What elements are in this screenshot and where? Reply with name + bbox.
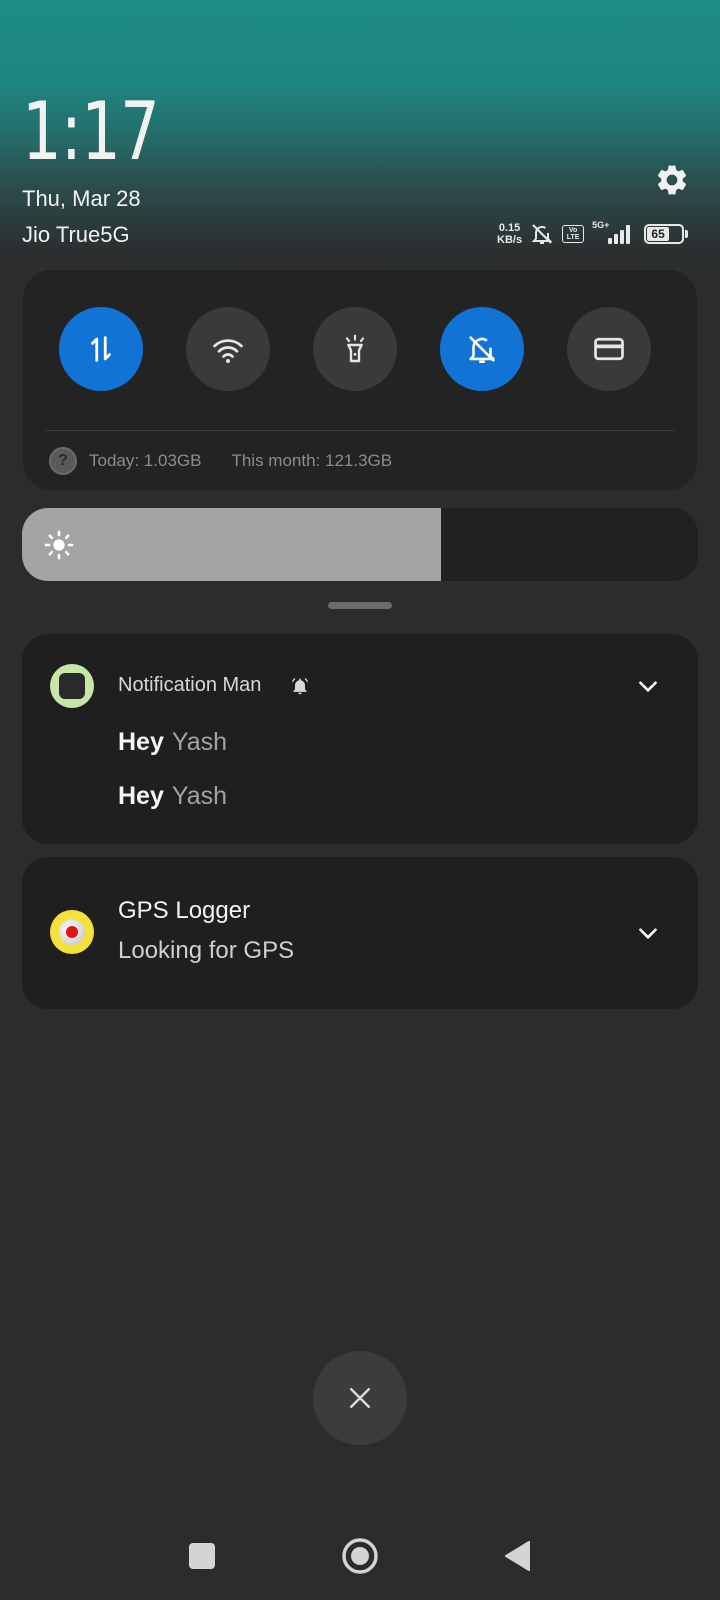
notification-text: Looking for GPS xyxy=(118,937,295,964)
sun-icon xyxy=(44,530,74,560)
expand-button[interactable] xyxy=(634,919,662,947)
alarm-icon xyxy=(291,677,309,695)
bell-off-icon xyxy=(469,336,495,364)
wifi-icon xyxy=(213,339,243,363)
network-speed-unit: KB/s xyxy=(497,234,523,246)
triangle-back-icon xyxy=(505,1541,530,1571)
back-button[interactable] xyxy=(503,1540,531,1572)
square-app-icon xyxy=(50,664,94,708)
clock[interactable]: 1:17 xyxy=(22,92,160,172)
mobile-data-toggle[interactable] xyxy=(59,307,143,391)
quick-settings-panel: ? Today: 1.03GB This month: 121.3GB xyxy=(23,270,697,490)
status-icons: 0.15 KB/s Vo LTE 5G+ 65 xyxy=(497,218,689,250)
wifi-toggle[interactable] xyxy=(186,307,270,391)
brightness-slider[interactable] xyxy=(22,508,698,581)
circle-icon xyxy=(342,1538,378,1574)
message-title: Hey xyxy=(118,728,164,756)
notification-app-name: Notification Man xyxy=(118,674,262,696)
volte-icon: Vo LTE xyxy=(562,225,585,243)
usage-today: Today: 1.03GB xyxy=(89,451,202,470)
signal-icon: 5G+ xyxy=(592,220,636,244)
settings-button[interactable] xyxy=(650,158,694,202)
message-title: Hey xyxy=(118,782,164,810)
notification-title: GPS Logger xyxy=(118,897,251,924)
date-label[interactable]: Thu, Mar 28 xyxy=(22,186,141,212)
message-text: Yash xyxy=(171,728,228,756)
clear-all-button[interactable] xyxy=(313,1351,407,1445)
notification-message: Hey Yash xyxy=(118,782,227,811)
data-arrows-icon xyxy=(91,336,111,362)
bell-off-icon xyxy=(531,224,553,244)
card-icon xyxy=(594,337,624,361)
network-type-label: 5G+ xyxy=(592,220,610,230)
notification-card[interactable]: GPS Logger Looking for GPS xyxy=(22,857,698,1009)
close-icon xyxy=(350,1388,370,1408)
gear-icon xyxy=(657,165,687,195)
notification-message: Hey Yash xyxy=(118,728,227,757)
carrier-label: Jio True5G xyxy=(22,222,130,247)
home-button[interactable] xyxy=(341,1537,379,1575)
divider xyxy=(45,430,675,431)
usage-month: This month: 121.3GB xyxy=(231,451,393,470)
brightness-level-fill xyxy=(22,508,441,581)
flashlight-toggle[interactable] xyxy=(313,307,397,391)
data-usage-row[interactable]: ? Today: 1.03GB This month: 121.3GB xyxy=(49,447,392,475)
card-toggle[interactable] xyxy=(567,307,651,391)
help-icon: ? xyxy=(49,447,77,475)
chevron-down-icon xyxy=(639,681,657,692)
flashlight-icon xyxy=(345,334,365,363)
silent-toggle[interactable] xyxy=(440,307,524,391)
notification-card[interactable]: Notification Man Hey Yash Hey Yash xyxy=(22,634,698,844)
record-icon xyxy=(50,910,94,954)
drag-handle[interactable] xyxy=(328,602,392,609)
expand-button[interactable] xyxy=(634,672,662,700)
network-speed: 0.15 KB/s xyxy=(497,222,522,246)
battery-icon: 65 xyxy=(644,224,689,244)
chevron-down-icon xyxy=(639,928,657,939)
network-speed-value: 0.15 xyxy=(498,222,521,234)
message-text: Yash xyxy=(171,782,228,810)
battery-level: 65 xyxy=(651,227,665,241)
recents-button[interactable] xyxy=(189,1543,215,1569)
